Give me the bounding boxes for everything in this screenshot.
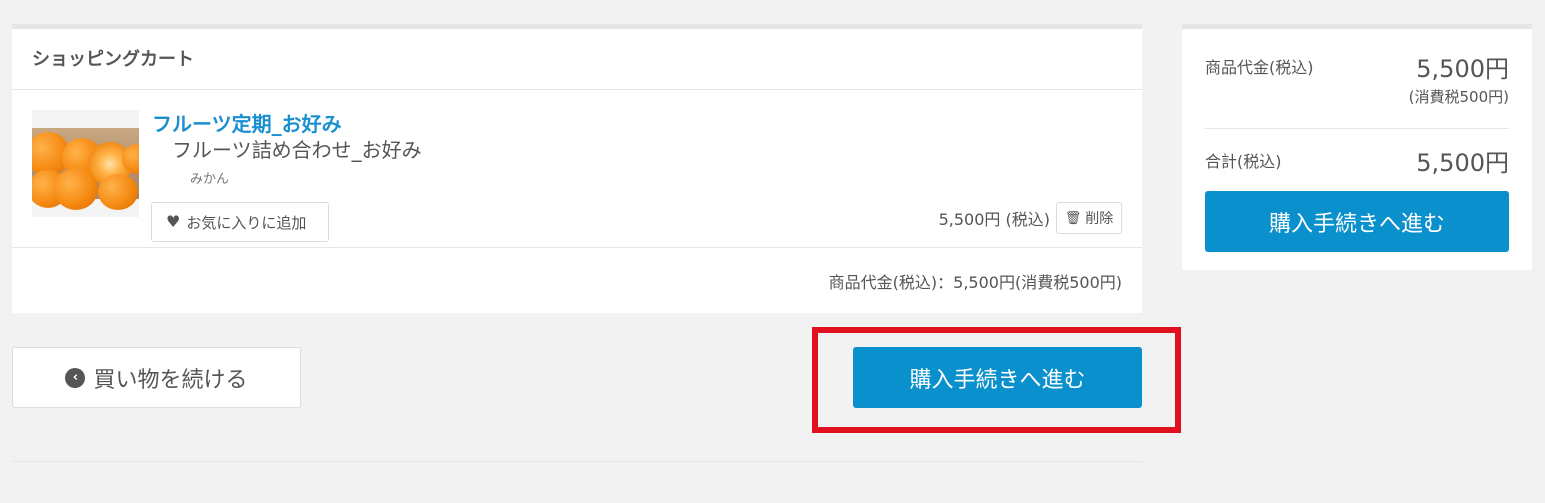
item-price: 5,500円 (税込) — [938, 210, 1050, 229]
checkout-button[interactable]: 購入手続きへ進む — [853, 347, 1142, 408]
summary-total-label: 合計(税込) — [1205, 152, 1282, 171]
add-to-favorites-button[interactable]: ♥ お気に入りに追加 — [151, 202, 329, 242]
continue-label: 買い物を続ける — [93, 367, 248, 393]
divider — [12, 461, 1142, 462]
summary-subtotal-label: 商品代金(税込) — [1205, 58, 1314, 77]
product-name-link[interactable]: フルーツ定期_お好み — [152, 108, 342, 137]
product-variant: みかん — [190, 172, 230, 187]
summary-total-value: 5,500円 — [1416, 149, 1509, 177]
summary-checkout-button[interactable]: 購入手続きへ進む — [1205, 191, 1509, 252]
chevron-left-icon: ‹ — [65, 367, 86, 388]
heart-icon: ♥ — [166, 212, 181, 231]
summary-subtotal-value: 5,500円 — [1416, 55, 1509, 83]
summary-divider — [1205, 128, 1509, 129]
cart-item: フルーツ定期_お好み フルーツ詰め合わせ_お好み みかん ♥ お気に入りに追加 … — [12, 90, 1142, 248]
delete-label: 削除 — [1085, 211, 1114, 227]
cart-subtotal: 商品代金(税込)：5,500円(消費税500円) — [828, 273, 1122, 292]
continue-shopping-button[interactable]: ‹ 買い物を続ける — [12, 347, 301, 408]
favorite-label: お気に入りに追加 — [186, 213, 307, 232]
delete-button[interactable]: 🗑 削除 — [1056, 202, 1122, 234]
cart-title: ショッピングカート — [12, 29, 1142, 90]
product-subname: フルーツ詰め合わせ_お好み — [172, 138, 422, 162]
product-image[interactable] — [32, 110, 139, 217]
summary-tax-note: (消費税500円) — [1408, 88, 1509, 106]
trash-icon: 🗑 — [1064, 210, 1082, 226]
order-summary-panel: 商品代金(税込) 5,500円 (消費税500円) 合計(税込) 5,500円 … — [1182, 24, 1532, 270]
